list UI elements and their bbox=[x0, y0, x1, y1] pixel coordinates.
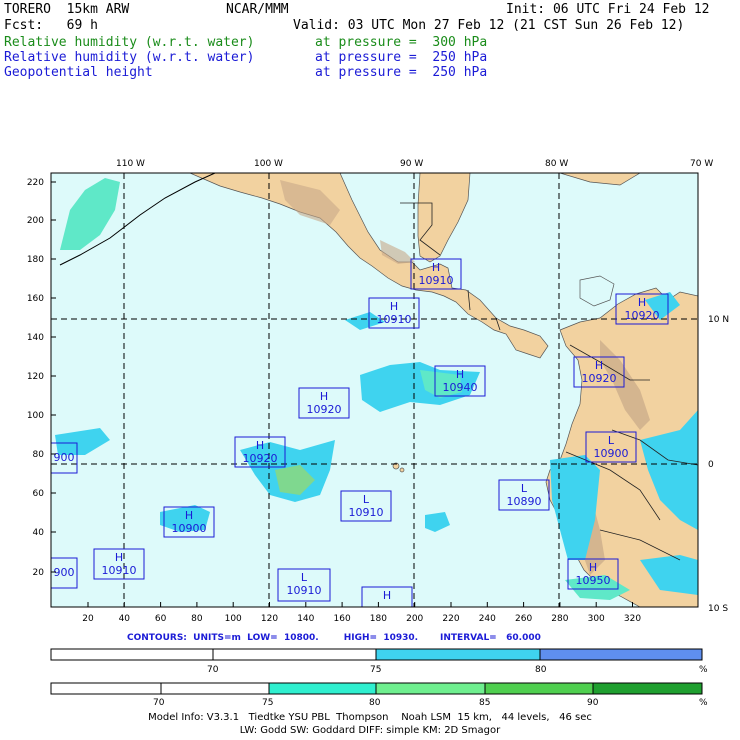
legend1-label-80: 80 bbox=[535, 665, 547, 675]
pressure-center-value: 10890 bbox=[507, 495, 542, 508]
legend2-label-70: 70 bbox=[153, 698, 165, 708]
pressure-center-type: H bbox=[256, 439, 264, 452]
model-info-line1: Model Info: V3.3.1 Tiedtke YSU PBL Thomp… bbox=[148, 712, 592, 723]
left-tick-label: 180 bbox=[27, 255, 44, 265]
bottom-tick-label: 140 bbox=[297, 614, 314, 624]
bottom-tick-label: 80 bbox=[191, 614, 203, 624]
lat-label-10n: 10 N bbox=[708, 315, 729, 325]
pressure-center-value: 10940 bbox=[443, 381, 478, 394]
bottom-tick-label: 320 bbox=[624, 614, 641, 624]
left-tick-label: 20 bbox=[33, 568, 45, 578]
pressure-center-type: L bbox=[608, 434, 615, 447]
pressure-center-value: 10920 bbox=[582, 372, 617, 385]
legend-bar-300hpa bbox=[50, 682, 703, 695]
bottom-tick-label: 240 bbox=[479, 614, 496, 624]
pressure-center-value: 900 bbox=[54, 451, 75, 464]
pressure-center-value: 10920 bbox=[625, 309, 660, 322]
legend2-unit: % bbox=[699, 698, 708, 708]
weather-map: H10910H10910H10920H10920H10940H10920H109… bbox=[27, 159, 729, 708]
legend1-unit: % bbox=[699, 665, 708, 675]
pressure-center-value: 10910 bbox=[102, 564, 137, 577]
pressure-center-type: H bbox=[432, 261, 440, 274]
pressure-center-value: 10950 bbox=[576, 574, 611, 587]
bottom-tick-label: 160 bbox=[334, 614, 351, 624]
lat-label-0: 0 bbox=[708, 460, 714, 470]
left-tick-label: 60 bbox=[33, 489, 45, 499]
pressure-center-type: H bbox=[456, 368, 464, 381]
bottom-tick-label: 100 bbox=[225, 614, 242, 624]
left-tick-label: 80 bbox=[33, 450, 45, 460]
lon-label-90w: 90 W bbox=[400, 159, 423, 169]
bottom-tick-label: 260 bbox=[515, 614, 532, 624]
bottom-tick-label: 180 bbox=[370, 614, 387, 624]
legend1-label-70: 70 bbox=[207, 665, 219, 675]
lon-label-80w: 80 W bbox=[545, 159, 568, 169]
lon-label-70w: 70 W bbox=[690, 159, 713, 169]
pressure-center-type: H bbox=[185, 509, 193, 522]
pressure-center-value: 10910 bbox=[287, 584, 322, 597]
bottom-tick-label: 280 bbox=[551, 614, 568, 624]
pressure-center-type: H bbox=[390, 300, 398, 313]
left-tick-label: 220 bbox=[27, 178, 44, 188]
pressure-center-value: 10920 bbox=[307, 403, 342, 416]
bottom-tick-label: 20 bbox=[82, 614, 94, 624]
pressure-center-value: 10910 bbox=[349, 506, 384, 519]
left-tick-label: 160 bbox=[27, 294, 44, 304]
bottom-tick-label: 220 bbox=[442, 614, 459, 624]
pressure-center-value: 10910 bbox=[377, 313, 412, 326]
bottom-tick-label: 40 bbox=[119, 614, 131, 624]
pressure-center-value: 10910 bbox=[419, 274, 454, 287]
bottom-tick-label: 60 bbox=[155, 614, 167, 624]
pressure-center-type: H bbox=[320, 390, 328, 403]
lon-label-110w: 110 W bbox=[116, 159, 145, 169]
model-info-line2: LW: Godd SW: Goddard DIFF: simple KM: 2D… bbox=[239, 725, 501, 736]
bottom-tick-label: 120 bbox=[261, 614, 278, 624]
legend2-label-75: 75 bbox=[262, 698, 273, 708]
legend2-label-85: 85 bbox=[479, 698, 490, 708]
pressure-center-type: H bbox=[595, 359, 603, 372]
pressure-center-type: H bbox=[638, 296, 646, 309]
pressure-center-value: 10920 bbox=[243, 452, 278, 465]
legend-bar-250hpa bbox=[50, 648, 703, 661]
lon-label-100w: 100 W bbox=[254, 159, 283, 169]
pressure-center-type: H bbox=[383, 589, 391, 602]
pressure-center-value: 10900 bbox=[172, 522, 207, 535]
left-tick-label: 140 bbox=[27, 333, 44, 343]
bottom-tick-label: 300 bbox=[588, 614, 605, 624]
pressure-center-type: H bbox=[115, 551, 123, 564]
pressure-center-value: 10900 bbox=[594, 447, 629, 460]
pressure-center-type: H bbox=[589, 561, 597, 574]
legend2-label-90: 90 bbox=[587, 698, 599, 708]
legend1-label-75: 75 bbox=[370, 665, 381, 675]
contour-info: CONTOURS: UNITS=m LOW= 10800. HIGH= 1093… bbox=[127, 633, 541, 643]
lat-label-10s: 10 S bbox=[708, 604, 728, 614]
left-tick-label: 120 bbox=[27, 372, 44, 382]
pressure-center-type: L bbox=[521, 482, 528, 495]
bottom-tick-label: 200 bbox=[406, 614, 423, 624]
pressure-center-value: 900 bbox=[54, 566, 75, 579]
left-tick-label: 40 bbox=[33, 528, 45, 538]
left-tick-label: 200 bbox=[27, 216, 44, 226]
pressure-center-type: L bbox=[301, 571, 308, 584]
left-tick-label: 100 bbox=[27, 411, 44, 421]
legend2-label-80: 80 bbox=[369, 698, 381, 708]
pressure-center-type: L bbox=[363, 493, 370, 506]
